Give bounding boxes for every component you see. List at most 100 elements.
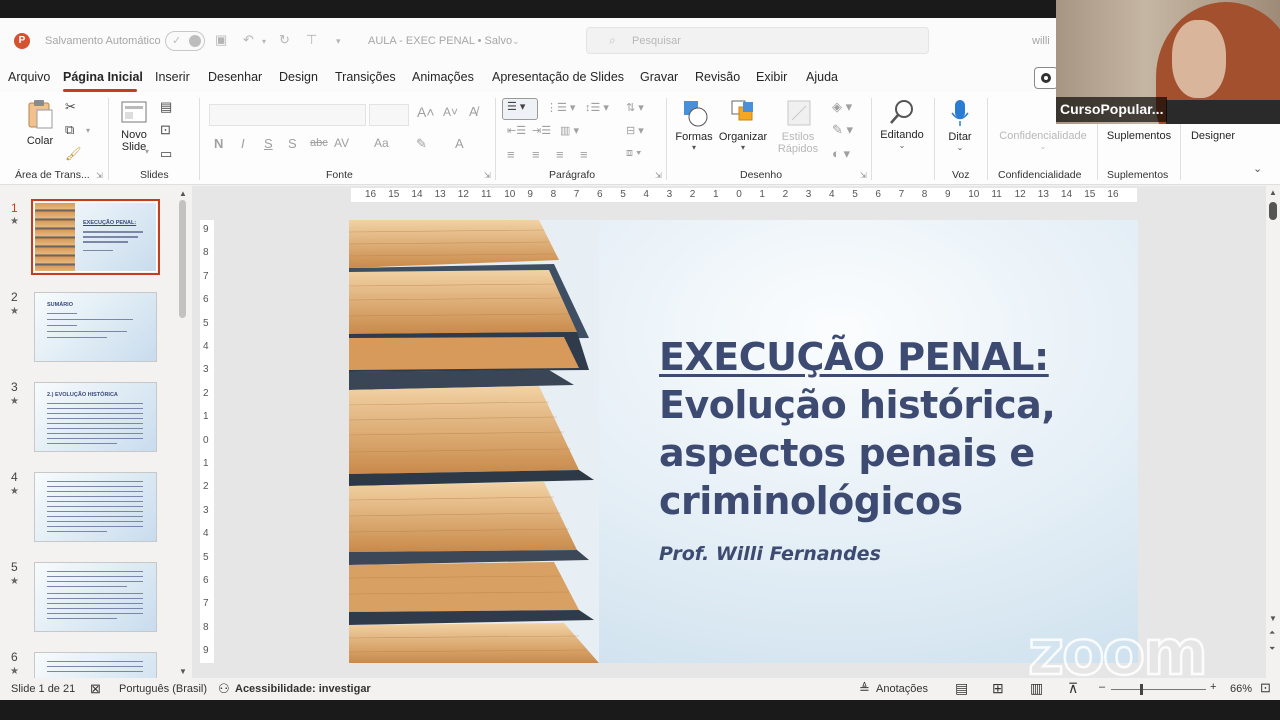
- fit-to-window-icon[interactable]: ⊡: [1260, 680, 1271, 696]
- character-spacing-button[interactable]: AV: [334, 136, 349, 150]
- line-spacing-icon[interactable]: ↕☰ ▾: [585, 101, 609, 114]
- drawing-launcher-icon[interactable]: ⇲: [860, 171, 867, 180]
- sensitivity-button[interactable]: Confidencialidade ⌄: [994, 130, 1092, 151]
- tab-desenhar[interactable]: Desenhar: [208, 70, 262, 84]
- text-direction-icon[interactable]: ⇅ ▾: [626, 101, 644, 114]
- spelling-check-icon[interactable]: ⊠: [90, 681, 101, 697]
- undo-dropdown-icon[interactable]: ▾: [262, 37, 266, 46]
- font-color-icon[interactable]: A: [455, 136, 464, 151]
- font-family-dropdown[interactable]: [209, 104, 366, 126]
- editing-button[interactable]: Editando ⌄: [876, 98, 928, 150]
- align-center-icon[interactable]: ≡: [532, 147, 540, 162]
- increase-font-icon[interactable]: A˄: [417, 104, 435, 120]
- scroll-down-icon[interactable]: ▼: [1269, 614, 1277, 623]
- zoom-in-icon[interactable]: +: [1210, 681, 1216, 693]
- zoom-level[interactable]: 66%: [1230, 683, 1252, 695]
- align-left-icon[interactable]: ≡: [507, 147, 515, 162]
- shape-fill-icon[interactable]: ◈ ▾: [832, 99, 852, 115]
- underline-button[interactable]: S: [264, 136, 273, 151]
- clipboard-launcher-icon[interactable]: ⇲: [96, 171, 103, 180]
- language-indicator[interactable]: Português (Brasil): [119, 683, 207, 695]
- quick-styles-button[interactable]: Estilos Rápidos: [771, 98, 825, 155]
- slide-thumbnail-1[interactable]: EXECUÇÃO PENAL:: [31, 199, 160, 275]
- save-icon[interactable]: ▣: [215, 32, 227, 48]
- thumbnail-scroll-up-icon[interactable]: ▲: [179, 189, 187, 198]
- scroll-thumb[interactable]: [1269, 202, 1277, 220]
- tab-exibir[interactable]: Exibir: [756, 70, 787, 84]
- slide-thumbnail-5[interactable]: [34, 562, 157, 632]
- present-from-start-icon[interactable]: ⊤: [306, 32, 317, 48]
- search-box[interactable]: ⌕ Pesquisar: [586, 27, 929, 54]
- dictate-button[interactable]: Ditar ⌄: [940, 98, 980, 152]
- shadow-button[interactable]: S: [288, 136, 297, 151]
- zoom-out-icon[interactable]: –: [1099, 681, 1105, 693]
- thumbnail-scroll-down-icon[interactable]: ▼: [179, 667, 187, 676]
- tab-pagina-inicial[interactable]: Página Inicial: [63, 70, 143, 84]
- customize-toolbar-icon[interactable]: ▾: [336, 36, 341, 47]
- slide-author[interactable]: Prof. Willi Fernandes: [659, 543, 881, 565]
- paste-button[interactable]: Colar: [24, 98, 56, 147]
- tab-inserir[interactable]: Inserir: [155, 70, 190, 84]
- tab-ajuda[interactable]: Ajuda: [806, 70, 838, 84]
- new-slide-button[interactable]: Novo Slide: [116, 98, 152, 153]
- slide-thumbnail-4[interactable]: [34, 472, 157, 542]
- autosave-toggle[interactable]: [165, 31, 205, 51]
- bold-button[interactable]: N: [214, 136, 223, 151]
- scroll-up-icon[interactable]: ▲: [1269, 188, 1277, 197]
- highlight-icon[interactable]: ✎: [416, 136, 427, 152]
- slide-title[interactable]: EXECUÇÃO PENAL: Evolução histórica, aspe…: [659, 333, 1056, 525]
- clear-formatting-icon[interactable]: A̸: [469, 104, 478, 119]
- tab-revisao[interactable]: Revisão: [695, 70, 740, 84]
- collapse-ribbon-icon[interactable]: ⌄: [1253, 162, 1262, 175]
- undo-icon[interactable]: ↶: [243, 32, 254, 48]
- redo-icon[interactable]: ↻: [279, 32, 290, 48]
- change-case-button[interactable]: Aa: [374, 136, 389, 150]
- designer-button[interactable]: Designer: [1185, 130, 1241, 142]
- new-slide-dropdown-icon[interactable]: ▾: [145, 147, 149, 156]
- record-button[interactable]: [1034, 67, 1058, 89]
- tab-animacoes[interactable]: Animações: [412, 70, 474, 84]
- slide-canvas[interactable]: EXECUÇÃO PENAL: Evolução histórica, aspe…: [349, 220, 1138, 663]
- align-text-icon[interactable]: ⊟ ▾: [626, 124, 644, 137]
- justify-icon[interactable]: ≡: [580, 147, 588, 162]
- smartart-icon[interactable]: ⧈ ▾: [626, 147, 641, 160]
- font-launcher-icon[interactable]: ⇲: [484, 171, 491, 180]
- increase-indent-icon[interactable]: ⇥☰: [532, 124, 551, 137]
- notes-icon[interactable]: ≜: [859, 681, 870, 697]
- copy-dropdown-icon[interactable]: ▾: [86, 126, 90, 135]
- accessibility-status[interactable]: Acessibilidade: investigar: [235, 683, 371, 695]
- slide-thumbnail-6[interactable]: [34, 652, 157, 678]
- slide-thumbnail-2[interactable]: SUMÁRIO: [34, 292, 157, 362]
- strikethrough-button[interactable]: abc: [310, 137, 328, 149]
- paragraph-launcher-icon[interactable]: ⇲: [655, 171, 662, 180]
- shape-effects-icon[interactable]: ◐ ▾: [832, 146, 850, 162]
- arrange-button[interactable]: Organizar ▾: [717, 98, 769, 152]
- cut-icon[interactable]: ✂: [65, 99, 76, 115]
- copy-icon[interactable]: ⧉: [65, 122, 74, 138]
- tab-transicoes[interactable]: Transições: [335, 70, 396, 84]
- previous-slide-icon[interactable]: ⏶: [1269, 628, 1275, 638]
- reading-view-icon[interactable]: ▥: [1030, 680, 1043, 697]
- editor-scrollbar[interactable]: ▲ ▼ ⏶ ⏷: [1266, 186, 1280, 678]
- tab-design[interactable]: Design: [279, 70, 318, 84]
- notes-button[interactable]: Anotações: [876, 683, 928, 695]
- zoom-slider[interactable]: [1111, 684, 1206, 695]
- slide-sorter-icon[interactable]: ⊞: [992, 680, 1004, 697]
- decrease-font-icon[interactable]: A˅: [443, 105, 458, 119]
- numbering-icon[interactable]: ⋮☰ ▾: [546, 101, 575, 114]
- title-chevron-down-icon[interactable]: ⌄: [512, 36, 520, 47]
- columns-icon[interactable]: ▥ ▾: [560, 124, 579, 137]
- document-title[interactable]: AULA - EXEC PENAL • Salvo: [368, 35, 512, 47]
- tab-gravar[interactable]: Gravar: [640, 70, 678, 84]
- thumbnail-scrollbar[interactable]: [179, 200, 186, 318]
- tab-apresentacao[interactable]: Apresentação de Slides: [492, 70, 624, 84]
- format-painter-icon[interactable]: 🖌: [65, 146, 82, 162]
- align-right-icon[interactable]: ≡: [556, 147, 564, 162]
- shapes-button[interactable]: Formas ▾: [673, 98, 715, 152]
- slide-thumbnail-3[interactable]: 2.) EVOLUÇÃO HISTÓRICA: [34, 382, 157, 452]
- decrease-indent-icon[interactable]: ⇤☰: [507, 124, 526, 137]
- addins-button[interactable]: Suplementos: [1102, 130, 1176, 142]
- section-icon[interactable]: ▭: [160, 146, 172, 162]
- accessibility-icon[interactable]: ⚇: [218, 681, 230, 697]
- font-size-dropdown[interactable]: [369, 104, 409, 126]
